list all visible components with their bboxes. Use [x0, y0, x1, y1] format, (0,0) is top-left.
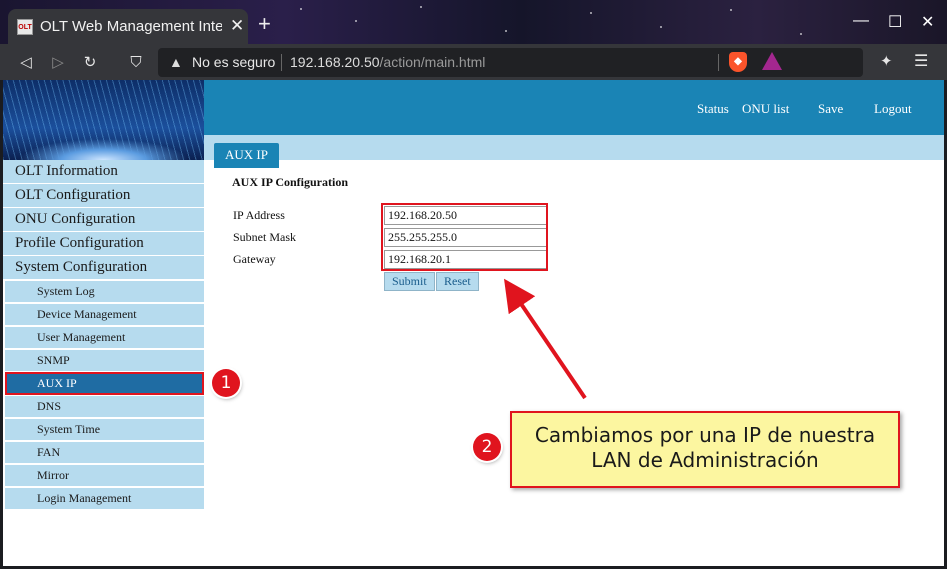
annotation-badge-1: 1	[212, 369, 240, 397]
tab-title: OLT Web Management Interface	[40, 18, 222, 35]
top-navigation-bar: Status ONU list Save Logout	[204, 80, 944, 135]
security-label[interactable]: No es seguro	[192, 54, 275, 70]
web-page: Status ONU list Save Logout AUX IP OLT I…	[3, 80, 944, 566]
warning-icon[interactable]: ▲	[169, 54, 183, 70]
gateway-label: Gateway	[233, 252, 276, 266]
subnet-mask-label: Subnet Mask	[233, 230, 296, 244]
annotation-highlight-aux-ip	[5, 372, 204, 395]
nav-save-link[interactable]: Save	[818, 101, 843, 117]
brave-rewards-icon[interactable]	[762, 52, 782, 70]
reload-icon[interactable]: ↻	[80, 52, 100, 72]
sidebar-item-mirror[interactable]: Mirror	[3, 465, 204, 486]
callout-line-1: Cambiamos por una IP de nuestra	[534, 423, 876, 447]
sidebar-item-olt-configuration[interactable]: OLT Configuration	[3, 184, 204, 207]
annotation-badge-2: 2	[473, 433, 501, 461]
nav-onu-list-link[interactable]: ONU list	[742, 101, 789, 117]
nav-logout-link[interactable]: Logout	[874, 101, 912, 117]
minimize-icon[interactable]: —	[853, 12, 869, 30]
browser-titlebar: OLT OLT Web Management Interface ✕ + — ☐…	[0, 0, 947, 44]
brave-shields-icon[interactable]: ◆	[729, 52, 747, 72]
network-globe-banner	[3, 80, 204, 160]
window-close-icon[interactable]: ✕	[921, 12, 934, 32]
sidebar-item-system-configuration[interactable]: System Configuration	[3, 256, 204, 279]
ip-address-label: IP Address	[233, 208, 285, 222]
browser-menu-icon[interactable]: ☰	[914, 51, 928, 70]
olt-favicon-icon: OLT	[17, 19, 33, 35]
bookmark-icon[interactable]: ⛉	[126, 52, 146, 72]
annotation-callout: Cambiamos por una IP de nuestra LAN de A…	[510, 411, 900, 488]
sidebar-item-system-log[interactable]: System Log	[3, 281, 204, 302]
browser-tab[interactable]: OLT OLT Web Management Interface ✕	[8, 9, 248, 44]
omnibox-divider	[281, 54, 282, 71]
callout-line-2: LAN de Administración	[591, 448, 819, 472]
new-tab-icon[interactable]: +	[258, 13, 271, 35]
reset-button[interactable]: Reset	[436, 272, 479, 291]
sidebar-item-onu-configuration[interactable]: ONU Configuration	[3, 208, 204, 231]
sidebar-item-profile-configuration[interactable]: Profile Configuration	[3, 232, 204, 255]
url-host: 192.168.20.50	[290, 54, 380, 70]
sidebar-item-snmp[interactable]: SNMP	[3, 350, 204, 371]
url-text[interactable]: 192.168.20.50/action/main.html	[290, 54, 485, 70]
sidebar-item-device-management[interactable]: Device Management	[3, 304, 204, 325]
maximize-icon[interactable]: ☐	[888, 12, 902, 32]
sidebar-item-system-time[interactable]: System Time	[3, 419, 204, 440]
nav-status-link[interactable]: Status	[697, 101, 729, 117]
form-title: AUX IP Configuration	[232, 175, 349, 189]
omnibox-divider-2	[718, 54, 719, 71]
forward-icon[interactable]: ▷	[48, 52, 68, 72]
sidebar-item-user-management[interactable]: User Management	[3, 327, 204, 348]
tab-aux-ip[interactable]: AUX IP	[214, 143, 279, 168]
sidebar-item-dns[interactable]: DNS	[3, 396, 204, 417]
sidebar-item-fan[interactable]: FAN	[3, 442, 204, 463]
sidebar-item-olt-information[interactable]: OLT Information	[3, 160, 204, 183]
tab-close-icon[interactable]: ✕	[230, 16, 244, 36]
submit-button[interactable]: Submit	[384, 272, 435, 291]
extensions-icon[interactable]: ✦	[880, 52, 893, 70]
sidebar-menu: OLT Information OLT Configuration ONU Co…	[3, 160, 204, 511]
annotation-highlight-ip-fields	[381, 203, 548, 271]
browser-toolbar: ◁ ▷ ↻ ⛉ ▲ No es seguro 192.168.20.50/act…	[0, 44, 947, 80]
back-icon[interactable]: ◁	[16, 52, 36, 72]
url-path: /action/main.html	[379, 54, 486, 70]
page-tab-bar: AUX IP	[204, 135, 944, 168]
sidebar-item-login-management[interactable]: Login Management	[3, 488, 204, 509]
address-bar[interactable]: ▲ No es seguro 192.168.20.50/action/main…	[158, 48, 863, 77]
